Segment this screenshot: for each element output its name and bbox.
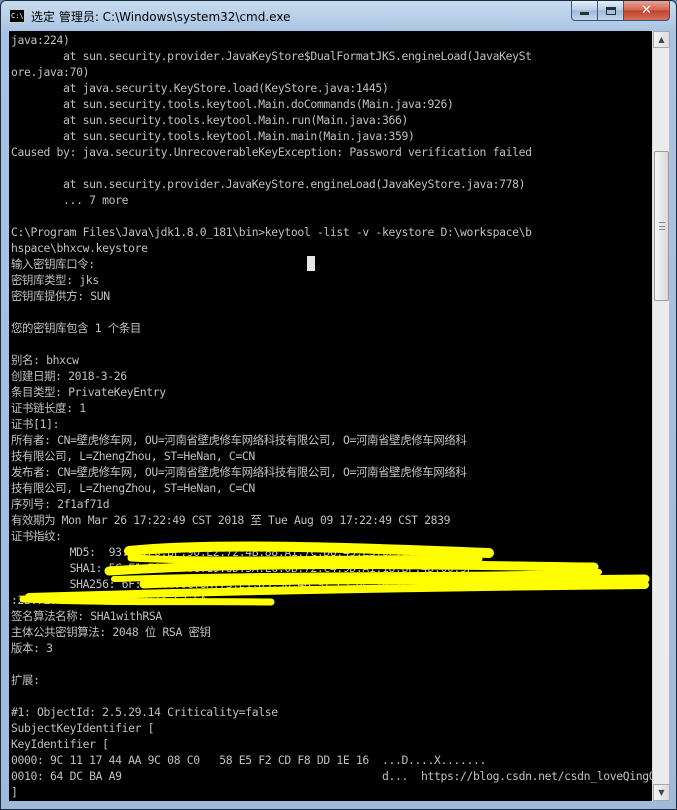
console-line: hspace\bhxcw.keystore [11, 241, 148, 255]
console-line: 签名算法名称: SHA1withRSA [11, 609, 162, 623]
grip-icon [659, 222, 665, 230]
cmd-app-icon[interactable]: C:\ [9, 9, 25, 23]
minimize-button[interactable] [571, 1, 598, 21]
text-cursor [307, 256, 315, 271]
console-line: at sun.security.tools.keytool.Main.run(M… [11, 113, 408, 127]
close-icon: ✕ [641, 3, 652, 18]
console-line: :2B:7E:7D:C9:04:D2:18:1A:C3:6A [11, 593, 207, 607]
console-line: SubjectKeyIdentifier [ [11, 721, 155, 735]
console-line: ... 7 more [11, 193, 129, 207]
console-line: 证书指纹: [11, 529, 62, 543]
maximize-icon [605, 6, 616, 15]
console-line: 主体公共密钥算法: 2048 位 RSA 密钥 [11, 625, 211, 639]
vertical-scrollbar[interactable]: ▲ ▼ [652, 31, 670, 801]
console-line: Caused by: java.security.UnrecoverableKe… [11, 145, 532, 159]
console-line: 0000: 9C 11 17 44 AA 9C 08 C0 58 E5 F2 C… [11, 753, 487, 767]
console-line: 别名: bhxcw [11, 353, 79, 367]
scroll-up-arrow-icon[interactable]: ▲ [653, 31, 670, 48]
console-line: ] [11, 785, 18, 799]
console-line: at sun.security.tools.keytool.Main.doCom… [11, 97, 454, 111]
console-line: SHA256: 6F:9B:44:0C:8A:73:E1:D5:90:4B:97… [11, 577, 526, 591]
title-bar[interactable]: C:\ 选定 管理员: C:\Windows\system32\cmd.exe … [1, 1, 676, 31]
console-line: 发布者: CN=壁虎修车网, OU=河南省壁虎修车网络科技有限公司, O=河南省… [11, 465, 467, 479]
console-line: KeyIdentifier [ [11, 737, 109, 751]
console-line: 证书链长度: 1 [11, 401, 86, 415]
console-line: at java.security.KeyStore.load(KeyStore.… [11, 81, 389, 95]
console-line: 密钥库类型: jks [11, 273, 99, 287]
console-line: 证书[1]: [11, 417, 60, 431]
close-button[interactable]: ✕ [624, 1, 670, 21]
maximize-button[interactable] [598, 1, 624, 21]
console-line: at sun.security.provider.JavaKeyStore$Du… [11, 49, 532, 63]
console-line: 序列号: 2f1af71d [11, 497, 110, 511]
console-line: #1: ObjectId: 2.5.29.14 Criticality=fals… [11, 705, 278, 719]
console-line: 输入密钥库口令: [11, 257, 95, 271]
console-line: 技有限公司, L=ZhengZhou, ST=HeNan, C=CN [11, 449, 255, 463]
console-line: 版本: 3 [11, 641, 53, 655]
console-line: java:224) [11, 33, 70, 47]
scroll-thumb[interactable] [654, 151, 669, 301]
caption-buttons: ✕ [571, 1, 670, 21]
console-line: 您的密钥库包含 1 个条目 [11, 321, 141, 335]
console-line: MD5: 93:6D:F0:BF:90:E2:72:4B:88:A1:7C:D6… [11, 545, 435, 559]
scroll-down-arrow-icon[interactable]: ▼ [653, 784, 670, 801]
console-output[interactable]: java:224) at sun.security.provider.JavaK… [9, 31, 652, 801]
minimize-icon [580, 12, 589, 15]
console-line: C:\Program Files\Java\jdk1.8.0_181\bin>k… [11, 225, 532, 239]
console-line: SHA1: 5C:F1:7E:2A:0C:19:8D:3A:E6:0B:72:C… [11, 561, 474, 575]
console-line: ore.java:70) [11, 65, 90, 79]
console-line: 所有者: CN=壁虎修车网, OU=河南省壁虎修车网络科技有限公司, O=河南省… [11, 433, 467, 447]
console-line: 扩展: [11, 673, 40, 687]
window-title: 选定 管理员: C:\Windows\system32\cmd.exe [31, 10, 291, 24]
cmd-window: C:\ 选定 管理员: C:\Windows\system32\cmd.exe … [0, 0, 677, 810]
console-line: at sun.security.tools.keytool.Main.main(… [11, 129, 415, 143]
console-line: 0010: 64 DC BA A9 d... https://blog.csdn… [11, 769, 652, 783]
console-line: 条目类型: PrivateKeyEntry [11, 385, 166, 399]
console-lines: java:224) at sun.security.provider.JavaK… [11, 32, 652, 800]
console-line: 技有限公司, L=ZhengZhou, ST=HeNan, C=CN [11, 481, 255, 495]
console-line: at sun.security.provider.JavaKeyStore.en… [11, 177, 526, 191]
console-line: 创建日期: 2018-3-26 [11, 369, 127, 383]
console-line: 有效期为 Mon Mar 26 17:22:49 CST 2018 至 Tue … [11, 513, 451, 527]
console-line: 密钥库提供方: SUN [11, 289, 110, 303]
